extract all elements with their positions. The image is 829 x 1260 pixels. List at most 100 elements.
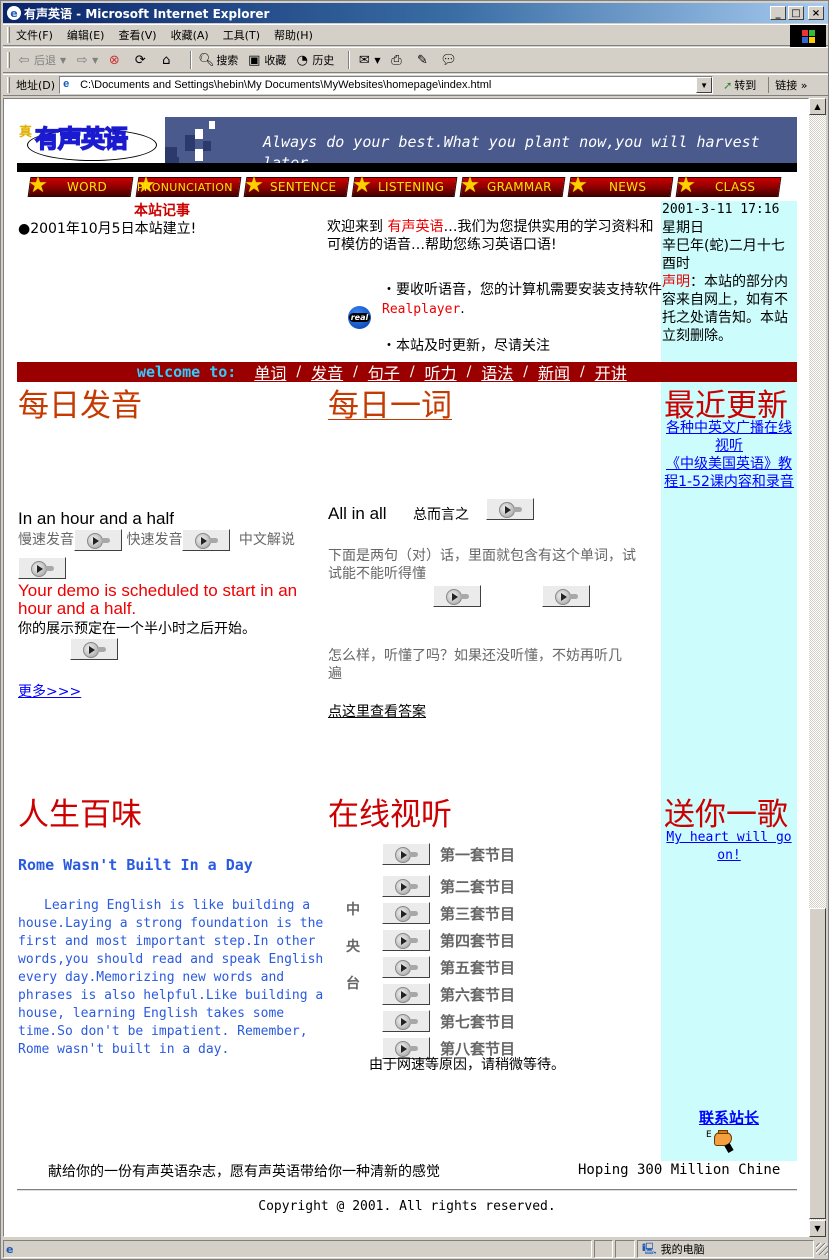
maximize-button[interactable]: □ xyxy=(788,6,804,20)
play-sentence-button[interactable] xyxy=(70,638,119,660)
forward-arrow-icon: ⇨ xyxy=(76,52,88,68)
link-grammar[interactable]: 语法 xyxy=(481,360,513,384)
vertical-scrollbar[interactable]: ▲ ▼ xyxy=(809,98,826,1237)
song-link[interactable]: My heart will go on! xyxy=(666,830,791,863)
separator: / xyxy=(580,364,585,380)
link-news[interactable]: 新闻 xyxy=(538,360,570,384)
play-program-4-button[interactable] xyxy=(382,929,430,951)
program-row: 第五套节目 xyxy=(382,951,515,978)
title-bar: e 有声英语 - Microsoft Internet Explorer _ □… xyxy=(3,3,828,23)
more-link[interactable]: 更多>>> xyxy=(18,681,81,701)
close-button[interactable]: × xyxy=(808,6,824,20)
nav-word[interactable]: ★ WORD xyxy=(27,173,134,198)
history-button[interactable]: ◔ 历史 xyxy=(294,52,335,68)
search-icon: 🔍︎ xyxy=(198,52,215,68)
menu-edit[interactable]: 编辑(E) xyxy=(67,27,105,43)
nav-sentence[interactable]: ★ SENTENCE xyxy=(243,173,350,198)
dedication: 献给你的一份有声英语杂志，愿有声英语带给你一种清新的感觉 xyxy=(48,1164,440,1180)
play-word-button[interactable] xyxy=(485,498,534,520)
forward-button[interactable]: ⇨ ▼ xyxy=(74,52,99,68)
toolbar-grip[interactable] xyxy=(7,77,10,93)
edit-button[interactable]: ✎ xyxy=(414,52,432,68)
nav-news[interactable]: ★ NEWS xyxy=(567,173,674,198)
play-program-1-button[interactable] xyxy=(382,843,430,865)
program-label: 第三套节目 xyxy=(440,905,516,923)
article-title[interactable]: Rome Wasn't Built In a Day xyxy=(18,856,253,874)
separator: / xyxy=(523,364,529,380)
address-dropdown-button[interactable]: ▼ xyxy=(696,77,713,93)
notice-label[interactable]: 声明 xyxy=(662,274,690,290)
play-dialog-1-button[interactable] xyxy=(432,585,481,607)
link-words[interactable]: 单词 xyxy=(254,360,286,384)
separator: / xyxy=(409,364,415,380)
go-arrow-icon: ➚ xyxy=(723,78,733,92)
address-input[interactable]: e C:\Documents and Settings\hebin\My Doc… xyxy=(59,76,714,94)
resize-grip[interactable] xyxy=(816,1243,829,1255)
play-dialog-2-button[interactable] xyxy=(542,585,591,607)
nav-grammar[interactable]: ★ GRAMMAR xyxy=(459,173,566,198)
refresh-button[interactable]: ⟳ xyxy=(132,52,150,68)
answer-link[interactable]: 点这里查看答案 xyxy=(328,701,426,721)
search-button[interactable]: 🔍︎ 搜索 xyxy=(198,52,238,68)
play-program-5-button[interactable] xyxy=(382,956,430,978)
address-bar: 地址(D) e C:\Documents and Settings\hebin\… xyxy=(3,74,828,96)
program-row: 第六套节目 xyxy=(382,978,515,1005)
discuss-button[interactable]: 💬︎ xyxy=(440,52,458,68)
status-bar: e 🖳 我的电脑 xyxy=(3,1239,829,1259)
toolbar-grip[interactable] xyxy=(7,52,10,68)
play-fast-button[interactable] xyxy=(182,529,231,551)
play-slow-button[interactable] xyxy=(74,529,122,551)
scroll-up-button[interactable]: ▲ xyxy=(809,98,826,115)
nav-class[interactable]: ★ CLASS xyxy=(675,173,782,198)
program-label: 第二套节目 xyxy=(440,878,516,896)
play-program-7-button[interactable] xyxy=(382,1010,430,1032)
recent-link-broadcast[interactable]: 各种中英文广播在线视听 xyxy=(666,420,792,454)
mail-icon: ✉ xyxy=(358,52,370,68)
home-button[interactable]: ⌂ xyxy=(158,52,176,68)
nav-listening[interactable]: ★ LISTENING xyxy=(351,173,458,198)
daily-word-title[interactable]: 每日一词 xyxy=(328,380,452,425)
nav-label: WORD xyxy=(67,180,108,194)
back-button[interactable]: ⇦ 后退 ▼ xyxy=(16,52,67,68)
play-explain-button[interactable] xyxy=(18,557,66,579)
recent-link-american-english[interactable]: 《中级美国英语》教程1-52课内容和录音 xyxy=(664,456,794,490)
welcome-bar-label: welcome to: xyxy=(137,363,237,381)
copyright: Copyright @ 2001. All rights reserved. xyxy=(258,1199,556,1214)
favorites-button[interactable]: ▣ 收藏 xyxy=(246,52,286,68)
site-logo[interactable]: 有声英语 xyxy=(34,119,129,154)
favorites-icon: ▣ xyxy=(248,52,261,68)
email-hand-icon[interactable]: E xyxy=(662,1130,796,1153)
link-lectures[interactable]: 开讲 xyxy=(595,360,627,384)
sleeve-shape xyxy=(724,1143,734,1153)
play-program-2-button[interactable] xyxy=(382,875,430,897)
nav-pronunciation[interactable]: ★ PRONUNCIATION xyxy=(135,173,242,198)
go-button[interactable]: ➚ 转到 xyxy=(723,77,756,93)
links-button[interactable]: 链接 » xyxy=(768,77,808,93)
address-value[interactable]: C:\Documents and Settings\hebin\My Docum… xyxy=(80,79,696,91)
minimize-button[interactable]: _ xyxy=(770,6,786,20)
toolbar-grip[interactable] xyxy=(7,27,10,43)
dropdown-arrow-icon: ▼ xyxy=(60,55,67,65)
zone-label: 我的电脑 xyxy=(660,1243,705,1256)
program-label: 第七套节目 xyxy=(440,1013,516,1031)
status-cell xyxy=(615,1240,635,1258)
play-program-3-button[interactable] xyxy=(382,902,430,924)
realplayer-icon[interactable]: real xyxy=(348,306,371,329)
contact-link[interactable]: 联系站长 xyxy=(699,1109,759,1127)
play-program-6-button[interactable] xyxy=(382,983,430,1005)
print-button[interactable]: ⎙ xyxy=(388,52,406,68)
site-banner: 真 有声英语 Always do your best.What you plan… xyxy=(17,117,797,172)
separator: / xyxy=(353,364,358,380)
menu-favorites[interactable]: 收藏(A) xyxy=(171,27,209,43)
mail-button[interactable]: ✉ ▼ xyxy=(356,52,381,68)
scroll-down-button[interactable]: ▼ xyxy=(809,1220,826,1237)
scroll-thumb[interactable] xyxy=(809,908,826,1219)
station-char: 中 xyxy=(346,902,360,918)
menu-help[interactable]: 帮助(H) xyxy=(274,27,313,43)
realplayer-link[interactable]: Realplayer xyxy=(382,302,460,317)
menu-tools[interactable]: 工具(T) xyxy=(223,27,260,43)
menu-file[interactable]: 文件(F) xyxy=(16,27,53,43)
search-label: 搜索 xyxy=(216,54,239,67)
menu-view[interactable]: 查看(V) xyxy=(118,27,156,43)
stop-button[interactable]: ⊗ xyxy=(106,52,124,68)
